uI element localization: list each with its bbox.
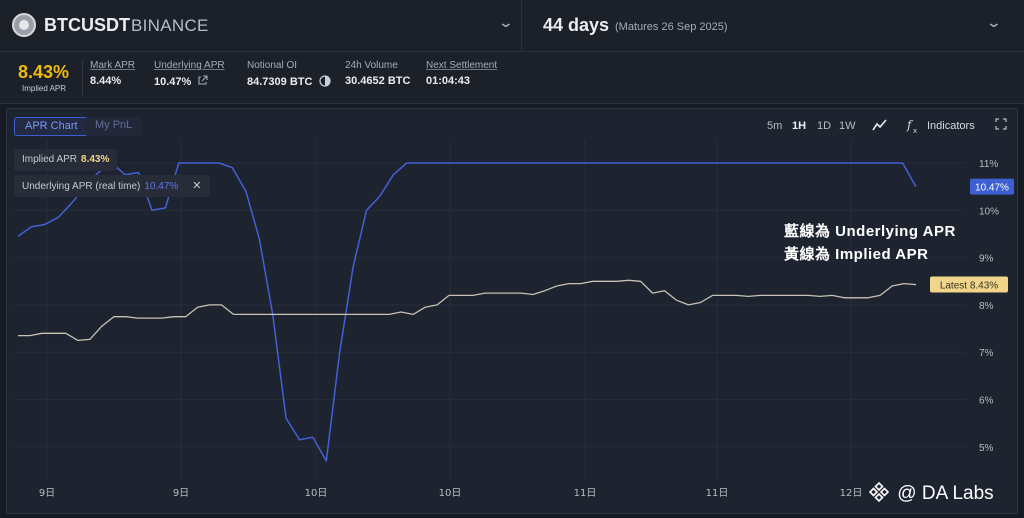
underlying-apr-line	[17, 162, 917, 462]
x-tick-label: 10日	[439, 488, 462, 499]
x-tick-label: 11日	[574, 488, 597, 499]
y-tick-label: 9%	[979, 254, 994, 265]
legend-label: Underlying APR (real time)	[22, 181, 141, 192]
x-tick-label: 10日	[305, 488, 328, 499]
y-tick-label: 10%	[979, 206, 999, 217]
y-tick-label: 6%	[979, 396, 994, 407]
legend-label: Implied APR	[22, 154, 78, 165]
implied-apr-line	[18, 279, 917, 342]
underlying-price-tag-label: 10.47%	[975, 183, 1009, 194]
close-icon[interactable]: ✕	[192, 180, 201, 192]
legend-value: 8.43%	[81, 154, 110, 165]
binance-logo-icon	[868, 481, 890, 503]
y-tick-label: 5%	[979, 443, 994, 454]
latest-price-tag-label: Latest 8.43%	[940, 281, 998, 292]
x-tick-label: 11日	[706, 488, 729, 499]
legend-underlying-apr: Underlying APR (real time) 10.47% ✕	[14, 175, 210, 197]
watermark: @ DA Labs	[868, 481, 994, 505]
x-tick-label: 9日	[173, 488, 189, 499]
legend-value: 10.47%	[144, 181, 179, 192]
x-tick-label: 9日	[39, 488, 55, 499]
y-tick-label: 11%	[979, 159, 998, 170]
annotation-line-1: 藍線為 Underlying APR	[784, 223, 956, 240]
annotation-line-2: 黃線為 Implied APR	[784, 246, 929, 263]
legend-implied-apr: Implied APR 8.43%	[14, 149, 118, 171]
watermark-text: @ DA Labs	[897, 483, 994, 504]
x-tick-label: 12日	[840, 488, 863, 499]
y-tick-label: 7%	[979, 348, 994, 359]
y-tick-label: 8%	[979, 301, 994, 312]
